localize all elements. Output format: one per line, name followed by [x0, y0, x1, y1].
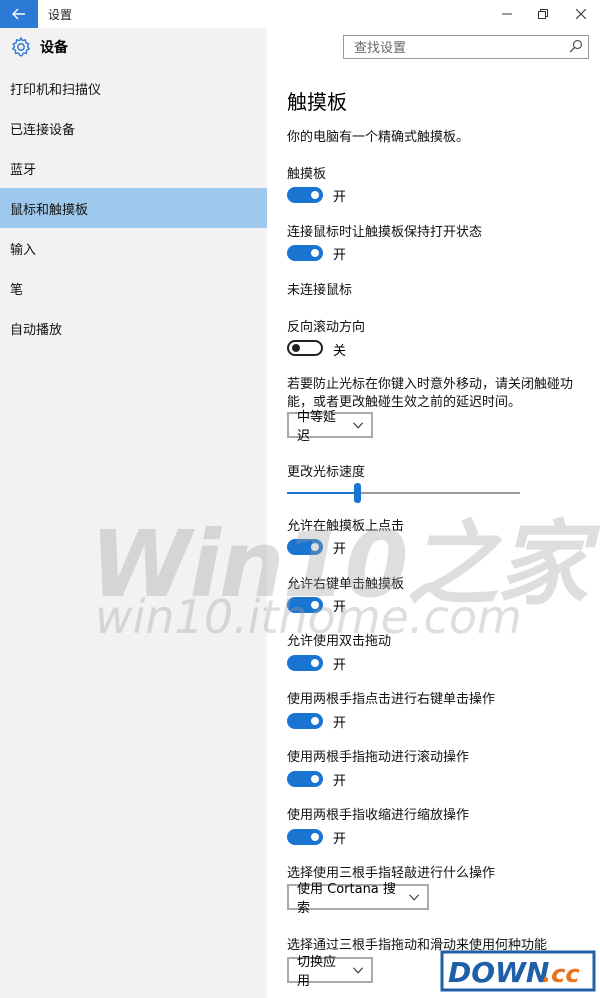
- watermark-url: win10.ithome.com: [95, 590, 522, 644]
- three-finger-tap-value: 使用 Cortana 搜索: [297, 882, 396, 916]
- two-finger-zoom-toggle[interactable]: [287, 829, 323, 845]
- sidebar-item-label: 已连接设备: [10, 122, 76, 138]
- chevron-down-icon: [408, 893, 419, 901]
- cursor-speed-label: 更改光标速度: [287, 465, 366, 480]
- sidebar-item-typing[interactable]: 输入: [0, 228, 267, 268]
- two-finger-zoom-state: 开: [333, 832, 347, 847]
- search-box: [343, 35, 589, 59]
- touchpad-toggle[interactable]: [287, 187, 323, 203]
- double-tap-drag-toggle[interactable]: [287, 655, 323, 671]
- reverse-scroll-label: 反向滚动方向: [287, 320, 366, 335]
- sidebar-item-label: 输入: [10, 242, 37, 258]
- window-title: 设置: [48, 8, 73, 22]
- close-button[interactable]: [562, 0, 600, 28]
- two-finger-zoom-label: 使用两根手指收缩进行缩放操作: [287, 808, 470, 823]
- keep-on-toggle[interactable]: [287, 245, 323, 261]
- two-finger-scroll-toggle[interactable]: [287, 771, 323, 787]
- keep-on-toggle-label: 连接鼠标时让触摸板保持打开状态: [287, 225, 483, 240]
- down-cc-logo: DOWN .cc: [440, 950, 596, 992]
- two-finger-right-click-label: 使用两根手指点击进行右键单击操作: [287, 692, 496, 707]
- sidebar-header-label: 设备: [40, 40, 68, 56]
- chevron-down-icon: [352, 421, 363, 429]
- back-button[interactable]: [0, 0, 38, 28]
- search-icon[interactable]: [569, 39, 583, 53]
- touchpad-toggle-state: 开: [333, 190, 347, 205]
- sidebar-header: 设备: [10, 36, 68, 58]
- three-finger-drag-value: 切换应用: [297, 955, 337, 989]
- delay-dropdown-value: 中等延迟: [297, 410, 337, 444]
- logo-suffix: .cc: [542, 960, 580, 988]
- sidebar-item-printers[interactable]: 打印机和扫描仪: [0, 68, 267, 108]
- sidebar-item-mouse-touchpad[interactable]: 鼠标和触摸板: [0, 188, 267, 228]
- back-arrow-icon: [12, 8, 25, 20]
- reverse-scroll-state: 关: [333, 344, 347, 359]
- touchpad-description: 你的电脑有一个精确式触摸板。: [287, 130, 470, 145]
- delay-dropdown[interactable]: 中等延迟: [287, 410, 373, 444]
- close-icon: [576, 9, 586, 19]
- sidebar-item-label: 笔: [10, 282, 24, 298]
- three-finger-tap-dropdown[interactable]: 使用 Cortana 搜索: [287, 882, 429, 916]
- sidebar-item-label: 蓝牙: [10, 162, 37, 178]
- page-title: 触摸板: [287, 90, 347, 114]
- mouse-status: 未连接鼠标: [287, 283, 353, 298]
- two-finger-scroll-state: 开: [333, 774, 347, 789]
- chevron-down-icon: [352, 966, 363, 974]
- sidebar-item-autoplay[interactable]: 自动播放: [0, 308, 267, 348]
- minimize-button[interactable]: [488, 0, 526, 28]
- double-tap-drag-state: 开: [333, 658, 347, 673]
- three-finger-drag-dropdown[interactable]: 切换应用: [287, 955, 373, 989]
- logo-text: DOWN: [448, 956, 549, 989]
- sidebar-item-label: 自动播放: [10, 322, 63, 338]
- sidebar-item-label: 打印机和扫描仪: [10, 82, 102, 98]
- reverse-scroll-toggle[interactable]: [287, 340, 323, 356]
- two-finger-right-click-state: 开: [333, 716, 347, 731]
- restore-icon: [538, 9, 548, 19]
- sidebar-item-pen[interactable]: 笔: [0, 268, 267, 308]
- restore-button[interactable]: [524, 0, 562, 28]
- minimize-icon: [502, 13, 512, 15]
- delay-description-line1: 若要防止光标在你键入时意外移动，请关闭触碰功: [287, 377, 574, 392]
- sidebar-item-bluetooth[interactable]: 蓝牙: [0, 148, 267, 188]
- keep-on-toggle-state: 开: [333, 248, 347, 263]
- touchpad-toggle-label: 触摸板: [287, 167, 327, 182]
- sidebar-item-label: 鼠标和触摸板: [10, 202, 89, 218]
- two-finger-right-click-toggle[interactable]: [287, 713, 323, 729]
- gear-icon: [12, 37, 30, 57]
- sidebar-item-connected-devices[interactable]: 已连接设备: [0, 108, 267, 148]
- search-input[interactable]: [352, 37, 566, 59]
- two-finger-scroll-label: 使用两根手指拖动进行滚动操作: [287, 750, 470, 765]
- title-bar: 设置: [0, 0, 600, 28]
